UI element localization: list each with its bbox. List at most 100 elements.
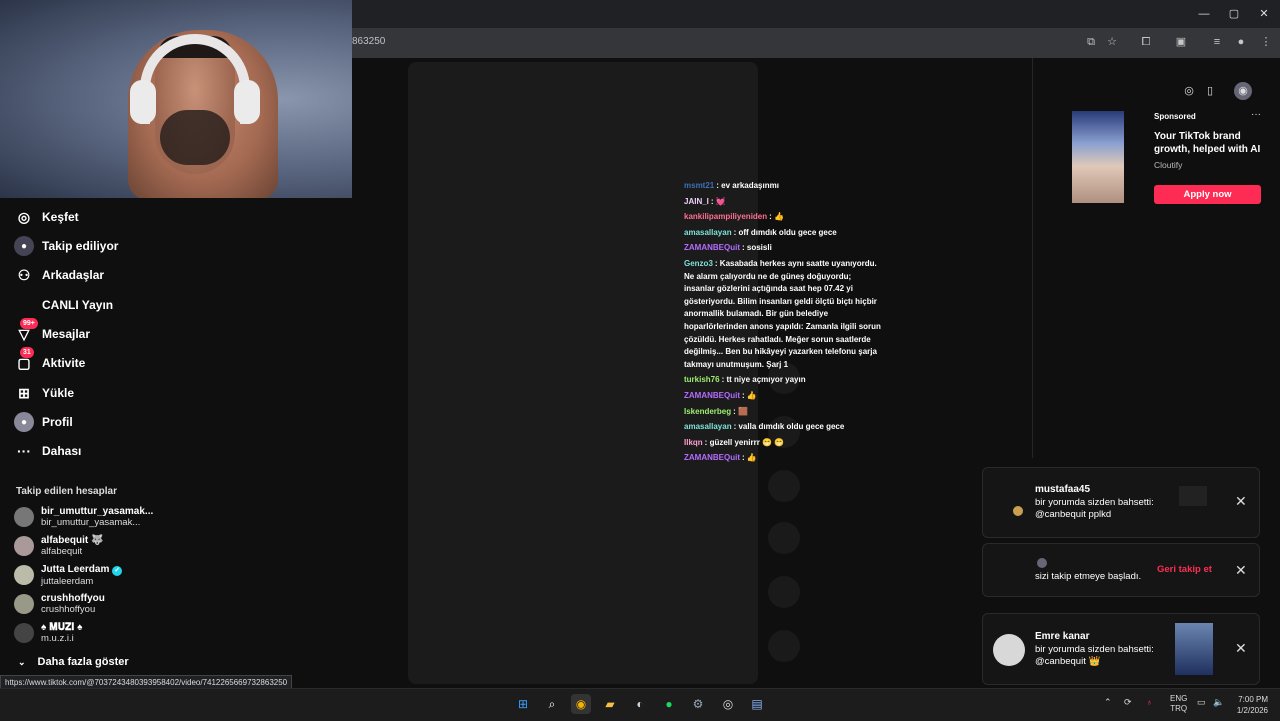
avatar — [1037, 558, 1047, 568]
chat-username[interactable]: Ilkqn — [684, 438, 703, 447]
search-icon[interactable]: ⌕ — [542, 694, 562, 714]
following-account[interactable]: Jutta Leerdam ✓ juttaleerdam — [14, 561, 123, 589]
show-more-label: Daha fazla göster — [37, 656, 129, 668]
friends-icon: ⚇ — [17, 266, 31, 283]
nav-takip-ediliyor[interactable]: ● Takip ediliyor — [14, 234, 118, 258]
action-circle[interactable] — [768, 630, 800, 662]
phone-icon[interactable]: ▯ — [1201, 82, 1219, 100]
spotify-icon[interactable]: ● — [659, 694, 679, 714]
chat-username[interactable]: Genzo3 — [684, 259, 713, 268]
account-name: alfabequit 🐺 — [41, 535, 104, 546]
chat-message: Iskenderbeg: 🟫 — [684, 406, 884, 419]
time: 7:00 PM — [1238, 695, 1268, 704]
chat-message: amasallayan: off dımdık oldu gece gece — [684, 227, 884, 240]
ad-thumbnail[interactable] — [1072, 111, 1124, 203]
notification-thumbnail[interactable] — [1179, 486, 1207, 506]
nav-dahasi[interactable]: ··· Dahası — [14, 439, 81, 463]
follow-back-button[interactable]: Geri takip et — [1157, 564, 1212, 575]
chat-username[interactable]: Iskenderbeg — [684, 407, 731, 416]
maximize-icon[interactable]: ▢ — [1226, 7, 1242, 21]
extensions-icon[interactable]: ⧠ — [1138, 34, 1154, 50]
chat-username[interactable]: kankilipampiliyeniden — [684, 212, 767, 221]
nav-label: Keşfet — [42, 210, 79, 224]
chat-username[interactable]: ZAMANBEQuit — [684, 243, 740, 252]
minimize-icon[interactable]: — — [1196, 7, 1212, 21]
url-text[interactable]: 863250 — [352, 36, 385, 47]
app-icon[interactable]: ▤ — [747, 694, 767, 714]
chevron-up-icon[interactable]: ⌃ — [1104, 697, 1112, 708]
following-account[interactable]: bir_umuttur_yasamak... bir_umuttur_yasama… — [14, 503, 153, 531]
file-explorer-icon[interactable]: ▰ — [600, 694, 620, 714]
chat-username[interactable]: amasallayan — [684, 228, 732, 237]
profile-avatar-icon[interactable]: ● — [1233, 34, 1249, 50]
close-window-icon[interactable]: ✕ — [1256, 7, 1272, 21]
nav-aktivite[interactable]: ▢ 31 Aktivite — [14, 347, 86, 375]
show-more-button[interactable]: ⌄ Daha fazla göster — [18, 656, 129, 668]
account-handle: alfabequit — [41, 546, 83, 557]
steam-icon[interactable]: ◐ — [630, 694, 650, 714]
split-view-icon[interactable]: ▣ — [1173, 34, 1189, 50]
network-icon[interactable]: ▭ — [1197, 697, 1206, 708]
install-icon[interactable]: ⧉ — [1083, 34, 1099, 50]
action-circle[interactable] — [768, 522, 800, 554]
notification-thumbnail[interactable] — [1175, 623, 1213, 675]
upload-icon: ⊞ — [18, 384, 30, 401]
account-handle: m.u.z.i.i — [41, 633, 74, 644]
clock[interactable]: 7:00 PM 1/2/2026 — [1232, 694, 1268, 716]
notification-username: mustafaa45 — [1035, 484, 1091, 495]
chat-username[interactable]: turkish76 — [684, 375, 720, 384]
nav-kesfet[interactable]: ◎ Keşfet — [14, 205, 79, 229]
chrome-icon[interactable]: ◉ — [571, 694, 591, 714]
following-account[interactable]: alfabequit 🐺 alfabequit — [14, 532, 103, 560]
user-avatar-icon[interactable]: ◉ — [1234, 82, 1252, 100]
ad-brand: Cloutify — [1154, 160, 1183, 170]
menu-dots-icon[interactable]: ⋮ — [1258, 34, 1274, 50]
action-circle[interactable] — [768, 470, 800, 502]
star-icon[interactable]: ☆ — [1104, 34, 1120, 50]
volume-icon[interactable]: 🔈 — [1213, 697, 1224, 708]
language-indicator[interactable]: ENG TRQ — [1170, 694, 1187, 714]
nav-label: Aktivite — [42, 356, 86, 370]
nav-profil[interactable]: ● Profil — [14, 410, 73, 434]
chat-username[interactable]: ZAMANBEQuit — [684, 391, 740, 400]
close-icon[interactable]: ✕ — [1235, 562, 1247, 579]
obs-icon[interactable]: ◎ — [718, 694, 738, 714]
ad-more-icon[interactable]: ··· — [1251, 109, 1261, 120]
avatar — [14, 594, 34, 614]
nav-yukle[interactable]: ⊞ Yükle — [14, 381, 74, 405]
explore-icon[interactable]: ◎ — [1180, 82, 1198, 100]
chat-message: kankilipampiliyeniden: 👍 — [684, 211, 884, 224]
ad-title[interactable]: Your TikTok brand growth, helped with AI — [1154, 130, 1264, 156]
sync-icon[interactable]: ⟳ — [1124, 697, 1132, 708]
nav-canli-yayin[interactable]: CANLI Yayın — [14, 293, 113, 317]
chat-username[interactable]: msmt21 — [684, 181, 714, 190]
notification-card[interactable]: Emre kanar bir yorumda sizden bahsetti: … — [982, 613, 1260, 685]
notification-text: bir yorumda sizden bahsetti: — [1035, 497, 1154, 508]
following-account[interactable]: crushhoffyou crushhoffyou — [14, 590, 105, 618]
media-control-icon[interactable]: ≡ — [1209, 34, 1225, 50]
nav-arkadaslar[interactable]: ⚇ Arkadaşlar — [14, 263, 104, 287]
notification-card[interactable]: sizi takip etmeye başladı. Geri takip et… — [982, 543, 1260, 597]
action-circle[interactable] — [768, 576, 800, 608]
chat-text: off dımdık oldu gece gece — [738, 227, 837, 237]
following-account[interactable]: ♠ 𝐌𝐔𝐙𝐈 ♠ m.u.z.i.i — [14, 619, 82, 647]
date: 1/2/2026 — [1236, 706, 1268, 715]
messages-badge: 99+ — [20, 318, 38, 329]
mic-icon[interactable]: ♁ — [1146, 697, 1153, 707]
apply-now-button[interactable]: Apply now — [1154, 185, 1261, 204]
chat-username[interactable]: JAIN_I — [684, 197, 709, 206]
headphones-earcup — [130, 80, 156, 124]
windows-start-icon[interactable]: ⊞ — [513, 694, 533, 714]
nav-mesajlar[interactable]: ▽ 99+ Mesajlar — [14, 318, 90, 346]
close-icon[interactable]: ✕ — [1235, 493, 1247, 510]
chat-username[interactable]: ZAMANBEQuit — [684, 453, 740, 462]
close-icon[interactable]: ✕ — [1235, 640, 1247, 657]
notification-card[interactable]: mustafaa45 bir yorumda sizden bahsetti: … — [982, 467, 1260, 538]
live-chat: msmt21: ev arkadaşınmı JAIN_I: 💓 kankilipa… — [684, 180, 884, 468]
chat-message: msmt21: ev arkadaşınmı — [684, 180, 884, 193]
settings-gear-icon[interactable]: ⚙ — [688, 694, 708, 714]
chat-text: 👍 — [746, 453, 757, 463]
nav-label: Dahası — [42, 444, 82, 458]
nav-label: Yükle — [42, 386, 75, 400]
chat-username[interactable]: amasallayan — [684, 422, 732, 431]
